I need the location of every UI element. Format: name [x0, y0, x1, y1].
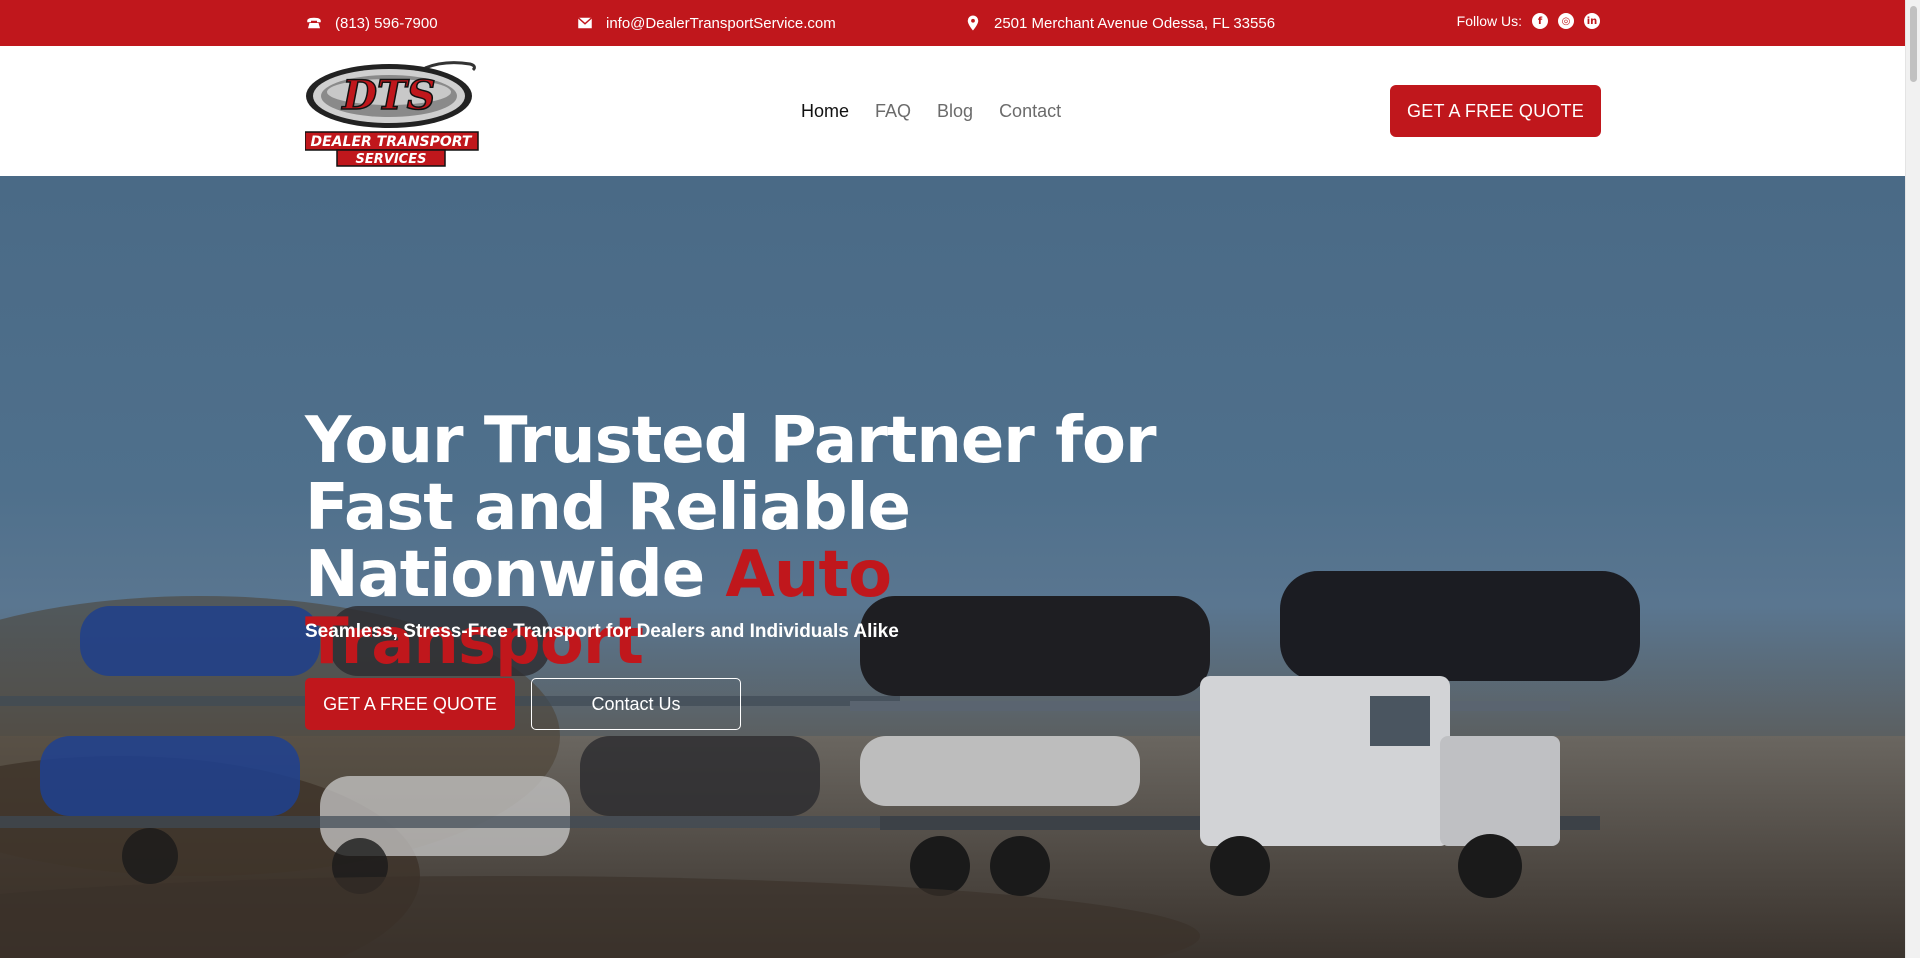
phone-icon: [305, 14, 323, 32]
location-pin-icon: [964, 14, 982, 32]
nav-home[interactable]: Home: [801, 101, 849, 122]
hero-headline-line1: Your Trusted Partner for: [305, 404, 1156, 478]
phone-contact[interactable]: (813) 596-7900: [305, 0, 438, 46]
phone-number[interactable]: (813) 596-7900: [335, 15, 438, 32]
header-quote-button[interactable]: GET A FREE QUOTE: [1390, 85, 1601, 137]
address-contact[interactable]: 2501 Merchant Avenue Odessa, FL 33556: [964, 0, 1275, 46]
hero-quote-button[interactable]: GET A FREE QUOTE: [305, 678, 515, 730]
hero-contact-button[interactable]: Contact Us: [531, 678, 741, 730]
hero-headline-line2: Fast and Reliable: [305, 471, 911, 545]
nav-faq[interactable]: FAQ: [875, 101, 911, 122]
hero-subtitle: Seamless, Stress-Free Transport for Deal…: [305, 621, 899, 642]
main-nav: Home FAQ Blog Contact: [801, 46, 1061, 176]
social-links: Follow Us: f ◎ in: [1457, 0, 1600, 42]
svg-text:SERVICES: SERVICES: [356, 152, 427, 167]
page-scrollbar[interactable]: [1905, 0, 1920, 958]
facebook-icon[interactable]: f: [1532, 13, 1548, 29]
site-header: DTS DEALER TRANSPORT SERVICES Home FAQ B…: [0, 46, 1905, 176]
hero-section: Your Trusted Partner for Fast and Reliab…: [0, 176, 1905, 958]
top-contact-bar: (813) 596-7900 info@DealerTransportServi…: [0, 0, 1905, 46]
linkedin-icon[interactable]: in: [1584, 13, 1600, 29]
scrollbar-thumb[interactable]: [1910, 6, 1917, 82]
nav-blog[interactable]: Blog: [937, 101, 973, 122]
email-address[interactable]: info@DealerTransportService.com: [606, 15, 836, 32]
address-text[interactable]: 2501 Merchant Avenue Odessa, FL 33556: [994, 15, 1275, 32]
hero-headline-line3: Nationwide: [305, 538, 726, 612]
nav-contact[interactable]: Contact: [999, 101, 1061, 122]
dts-logo[interactable]: DTS DEALER TRANSPORT SERVICES: [304, 56, 480, 168]
instagram-icon[interactable]: ◎: [1558, 13, 1574, 29]
svg-text:DTS: DTS: [341, 72, 435, 119]
email-contact[interactable]: info@DealerTransportService.com: [576, 0, 836, 46]
svg-text:DEALER TRANSPORT: DEALER TRANSPORT: [311, 134, 473, 150]
mail-icon: [576, 14, 594, 32]
follow-label: Follow Us:: [1456, 13, 1522, 29]
